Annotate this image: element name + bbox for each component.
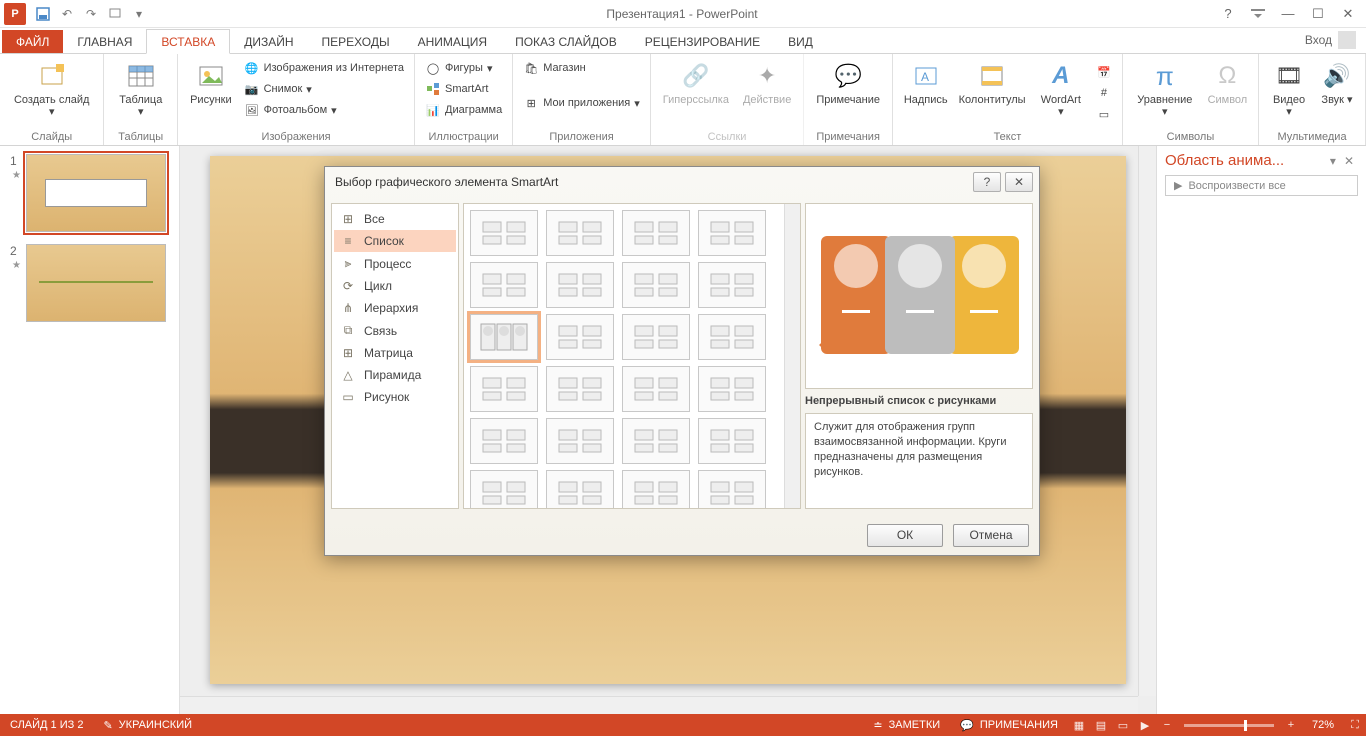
dialog-close-icon[interactable]: ✕ — [1005, 172, 1033, 192]
preview-panel: Непрерывный список с рисунками Служит дл… — [805, 203, 1033, 509]
dialog-titlebar[interactable]: Выбор графического элемента SmartArt ? ✕ — [325, 167, 1039, 197]
cat-list[interactable]: ≡Список — [334, 230, 456, 252]
preview-name: Непрерывный список с рисунками — [805, 395, 1033, 407]
smartart-option[interactable] — [622, 210, 690, 256]
cat-hierarchy-icon: ⋔ — [340, 301, 356, 315]
smartart-option[interactable] — [698, 210, 766, 256]
smartart-option[interactable] — [698, 314, 766, 360]
cat-cycle[interactable]: ⟳Цикл — [334, 275, 456, 297]
smartart-option[interactable] — [470, 366, 538, 412]
smartart-option[interactable] — [470, 314, 538, 360]
smartart-option[interactable] — [546, 470, 614, 509]
smartart-option[interactable] — [622, 366, 690, 412]
cat-pyramid[interactable]: △Пирамида — [334, 364, 456, 386]
cat-relationship[interactable]: ⧉Связь — [334, 319, 456, 342]
cat-matrix-icon: ⊞ — [340, 346, 356, 360]
cat-list-icon: ≡ — [340, 234, 356, 248]
smartart-option[interactable] — [622, 262, 690, 308]
smartart-option[interactable] — [546, 418, 614, 464]
cat-process[interactable]: ⫸Процесс — [334, 252, 456, 275]
preview-image — [805, 203, 1033, 389]
smartart-option[interactable] — [698, 470, 766, 509]
smartart-option[interactable] — [546, 262, 614, 308]
smartart-option[interactable] — [698, 418, 766, 464]
smartart-option[interactable] — [622, 314, 690, 360]
category-list: ⊞Все ≡Список ⫸Процесс ⟳Цикл ⋔Иерархия ⧉С… — [331, 203, 459, 509]
smartart-option[interactable] — [470, 210, 538, 256]
dialog-title: Выбор графического элемента SmartArt — [331, 175, 969, 189]
cat-pyramid-icon: △ — [340, 368, 356, 382]
ok-button[interactable]: ОК — [867, 524, 943, 547]
smartart-option[interactable] — [470, 470, 538, 509]
smartart-option[interactable] — [698, 366, 766, 412]
smartart-dialog: Выбор графического элемента SmartArt ? ✕… — [324, 166, 1040, 556]
modal-overlay: Выбор графического элемента SmartArt ? ✕… — [0, 0, 1366, 736]
cat-all-icon: ⊞ — [340, 212, 356, 226]
cat-picture-icon: ▭ — [340, 390, 356, 404]
cat-matrix[interactable]: ⊞Матрица — [334, 342, 456, 364]
smartart-option[interactable] — [622, 418, 690, 464]
smartart-option[interactable] — [546, 366, 614, 412]
smartart-option[interactable] — [546, 314, 614, 360]
smartart-option[interactable] — [622, 470, 690, 509]
dialog-help-icon[interactable]: ? — [973, 172, 1001, 192]
smartart-option[interactable] — [470, 418, 538, 464]
cat-cycle-icon: ⟳ — [340, 279, 356, 293]
cat-picture[interactable]: ▭Рисунок — [334, 386, 456, 408]
cancel-button[interactable]: Отмена — [953, 524, 1029, 547]
smartart-grid — [463, 203, 801, 509]
preview-description: Служит для отображения групп взаимосвяза… — [805, 413, 1033, 509]
cat-hierarchy[interactable]: ⋔Иерархия — [334, 297, 456, 319]
cat-relationship-icon: ⧉ — [340, 323, 356, 338]
cat-process-icon: ⫸ — [340, 256, 356, 271]
smartart-option[interactable] — [698, 262, 766, 308]
grid-scrollbar[interactable] — [784, 204, 800, 508]
cat-all[interactable]: ⊞Все — [334, 208, 456, 230]
smartart-option[interactable] — [546, 210, 614, 256]
smartart-option[interactable] — [470, 262, 538, 308]
